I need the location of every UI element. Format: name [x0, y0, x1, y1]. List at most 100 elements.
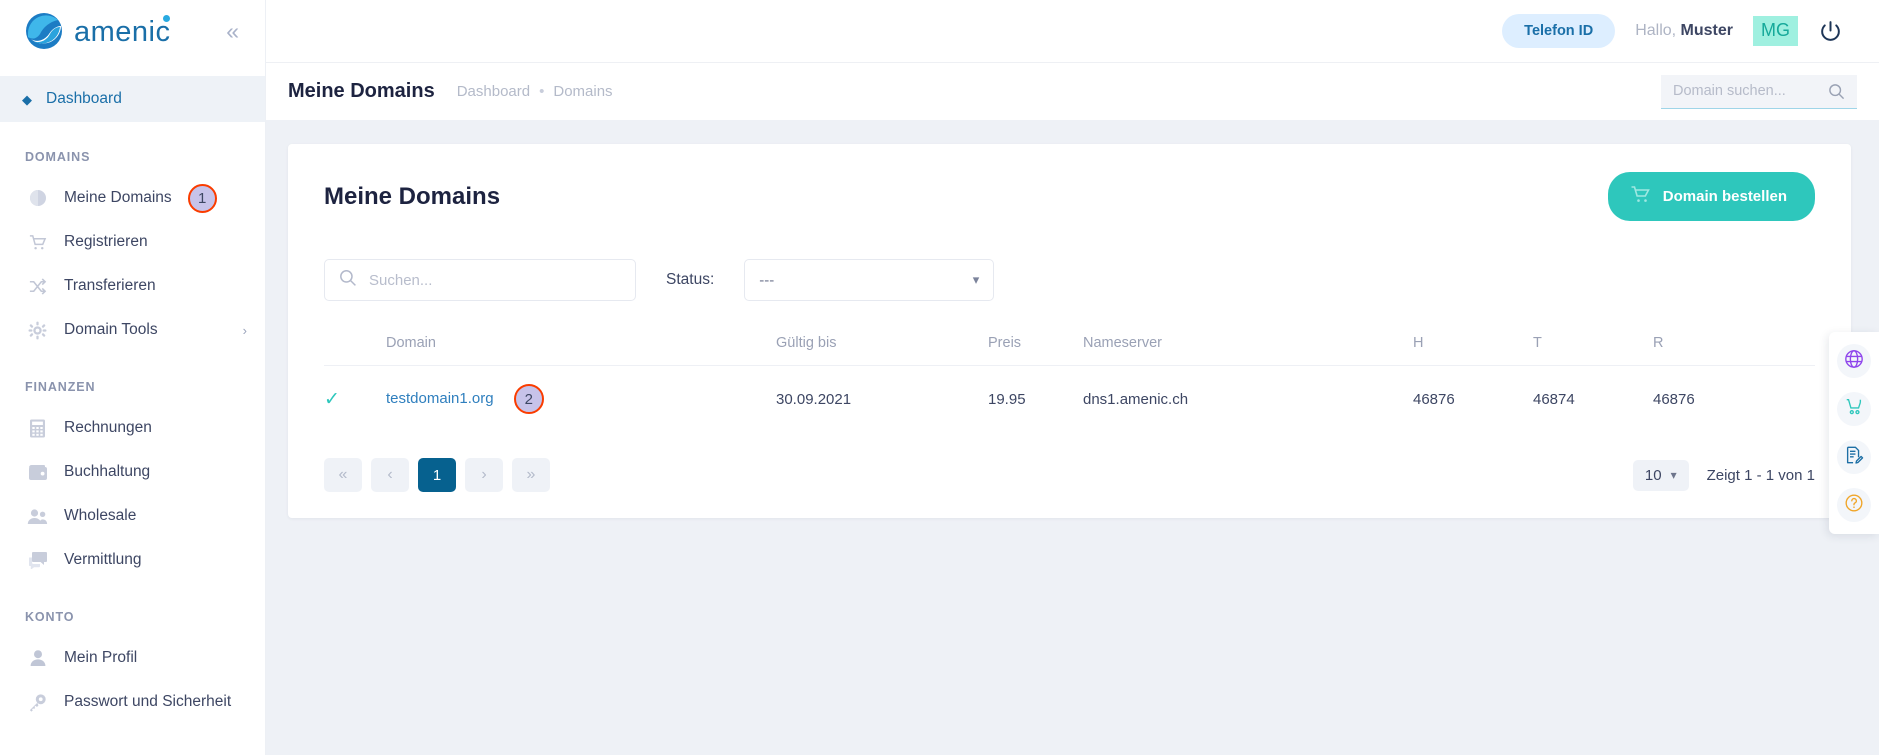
calculator-icon: [27, 418, 48, 439]
sidebar-section-konto: KONTO: [25, 610, 75, 624]
diamond-icon: ◆: [22, 91, 32, 107]
sidebar-item-label-dashboard: Dashboard: [46, 90, 122, 107]
pagination: « ‹ 1 › » 10 ▾ Zeigt 1 - 1 von 1: [324, 458, 1815, 492]
pagination-first[interactable]: «: [324, 458, 362, 492]
power-icon[interactable]: [1818, 19, 1843, 44]
cell-r: 46876: [1653, 365, 1815, 430]
cart-icon: [1630, 185, 1651, 208]
chevron-down-icon: ▾: [972, 272, 980, 287]
avatar[interactable]: MG: [1753, 16, 1798, 46]
sidebar-collapse-icon[interactable]: «: [220, 16, 245, 47]
cell-gueltig-bis: 30.09.2021: [776, 365, 988, 430]
amenic-logo-icon: [24, 11, 64, 51]
app-root: amenic « ◆ Dashboard DOMAINS Meine Domai…: [0, 0, 1879, 755]
domain-search-input[interactable]: [1673, 83, 1820, 99]
table-row[interactable]: ✓ testdomain1.org 2 30.09.2021 19.95 dns…: [324, 365, 1815, 430]
pagination-next[interactable]: ›: [465, 458, 503, 492]
sidebar-item-domain-tools[interactable]: Domain Tools ›: [0, 308, 265, 352]
sidebar-item-vermittlung[interactable]: Vermittlung: [0, 538, 265, 582]
card-title: Meine Domains: [324, 182, 501, 210]
table-body: ✓ testdomain1.org 2 30.09.2021 19.95 dns…: [324, 365, 1815, 430]
search-icon: [339, 269, 357, 292]
cell-t: 46874: [1533, 365, 1653, 430]
column-header-h: H: [1413, 335, 1424, 351]
domain-link[interactable]: testdomain1.org: [386, 390, 494, 407]
document-edit-icon: [1844, 445, 1864, 470]
sidebar-item-label-registrieren: Registrieren: [64, 233, 148, 250]
sidebar-item-wholesale[interactable]: Wholesale: [0, 494, 265, 538]
wallet-icon: [27, 462, 48, 483]
transfer-icon: [27, 276, 48, 297]
page-title: Meine Domains: [288, 80, 435, 102]
row-select-cell[interactable]: ✓: [324, 365, 386, 430]
pagination-page-1[interactable]: 1: [418, 458, 456, 492]
per-page-select[interactable]: 10 ▾: [1632, 459, 1689, 491]
globe-icon: [27, 188, 48, 209]
order-domain-button[interactable]: Domain bestellen: [1607, 172, 1815, 221]
sidebar: amenic « ◆ Dashboard DOMAINS Meine Domai…: [0, 0, 266, 755]
floating-edit-document-button[interactable]: [1837, 440, 1871, 474]
table-head: Domain Gültig bis Preis Nameserver H T R: [324, 335, 1815, 366]
column-header-t: T: [1533, 335, 1542, 351]
breadcrumb-separator: •: [539, 83, 545, 100]
pagination-last[interactable]: »: [512, 458, 550, 492]
sidebar-item-label-mein-profil: Mein Profil: [64, 649, 138, 666]
brand-name-text: amenic: [74, 15, 171, 48]
brand-dot: [162, 14, 170, 22]
chat-icon: [27, 550, 48, 571]
sidebar-item-buchhaltung[interactable]: Buchhaltung: [0, 450, 265, 494]
status-filter-label: Status:: [666, 271, 715, 288]
breadcrumb-item-domains[interactable]: Domains: [553, 83, 612, 100]
user-icon: [27, 648, 48, 669]
check-icon[interactable]: ✓: [324, 389, 340, 410]
sidebar-item-label-transferieren: Transferieren: [64, 277, 156, 294]
column-header-select: [324, 335, 386, 366]
table-search[interactable]: [324, 259, 636, 301]
table-search-input[interactable]: [369, 271, 621, 289]
help-icon: [1844, 493, 1864, 518]
chevron-right-icon: ›: [242, 322, 247, 338]
key-icon: [27, 692, 48, 713]
breadcrumb-item-dashboard[interactable]: Dashboard: [457, 83, 530, 100]
search-icon[interactable]: [1828, 83, 1845, 100]
order-domain-button-label: Domain bestellen: [1662, 188, 1787, 205]
floating-help-button[interactable]: [1837, 488, 1871, 522]
pagination-showing-text: Zeigt 1 - 1 von 1: [1706, 466, 1815, 484]
sidebar-item-registrieren[interactable]: Registrieren: [0, 220, 265, 264]
sidebar-item-transferieren[interactable]: Transferieren: [0, 264, 265, 308]
sidebar-section-finanzen: FINANZEN: [25, 380, 96, 394]
column-header-preis: Preis: [988, 335, 1022, 351]
greeting-username: Muster: [1680, 22, 1733, 39]
sidebar-item-label-passwort-und-sicherheit: Passwort und Sicherheit: [64, 693, 232, 710]
user-greeting: Hallo, Muster: [1635, 22, 1733, 40]
floating-toolbar: [1829, 332, 1879, 534]
pagination-prev[interactable]: ‹: [371, 458, 409, 492]
telefon-id-button[interactable]: Telefon ID: [1502, 14, 1616, 48]
sidebar-item-label-meine-domains: Meine Domains: [64, 189, 172, 206]
domains-table: Domain Gültig bis Preis Nameserver H T R…: [324, 335, 1815, 430]
floating-cart-button[interactable]: [1837, 392, 1871, 426]
greeting-prefix: Hallo,: [1635, 22, 1681, 39]
cell-h: 46876: [1413, 365, 1533, 430]
sidebar-item-meine-domains[interactable]: Meine Domains 1: [0, 176, 265, 220]
status-filter-value: ---: [759, 271, 775, 289]
filter-row: Status: --- ▾: [324, 259, 1815, 301]
sidebar-item-label-rechnungen: Rechnungen: [64, 419, 152, 436]
status-filter-select[interactable]: --- ▾: [744, 259, 995, 301]
sidebar-item-rechnungen[interactable]: Rechnungen: [0, 406, 265, 450]
column-header-nameserver: Nameserver: [1083, 335, 1162, 351]
column-header-domain: Domain: [386, 335, 436, 351]
brand-name: amenic: [74, 14, 171, 48]
sidebar-item-dashboard[interactable]: ◆ Dashboard: [0, 76, 265, 122]
sidebar-item-passwort-und-sicherheit[interactable]: Passwort und Sicherheit: [0, 680, 265, 724]
floating-globe-button[interactable]: [1837, 344, 1871, 378]
sidebar-item-mein-profil[interactable]: Mein Profil: [0, 636, 265, 680]
cell-preis: 19.95: [988, 365, 1083, 430]
table-header-row: Domain Gültig bis Preis Nameserver H T R: [324, 335, 1815, 366]
cell-domain: testdomain1.org 2: [386, 365, 776, 430]
breadcrumb: Dashboard • Domains: [457, 83, 613, 100]
brand-row: amenic «: [0, 0, 265, 62]
annotation-marker-2: 2: [513, 384, 544, 414]
header-domain-search[interactable]: [1661, 74, 1857, 109]
cell-nameserver: dns1.amenic.ch: [1083, 365, 1413, 430]
